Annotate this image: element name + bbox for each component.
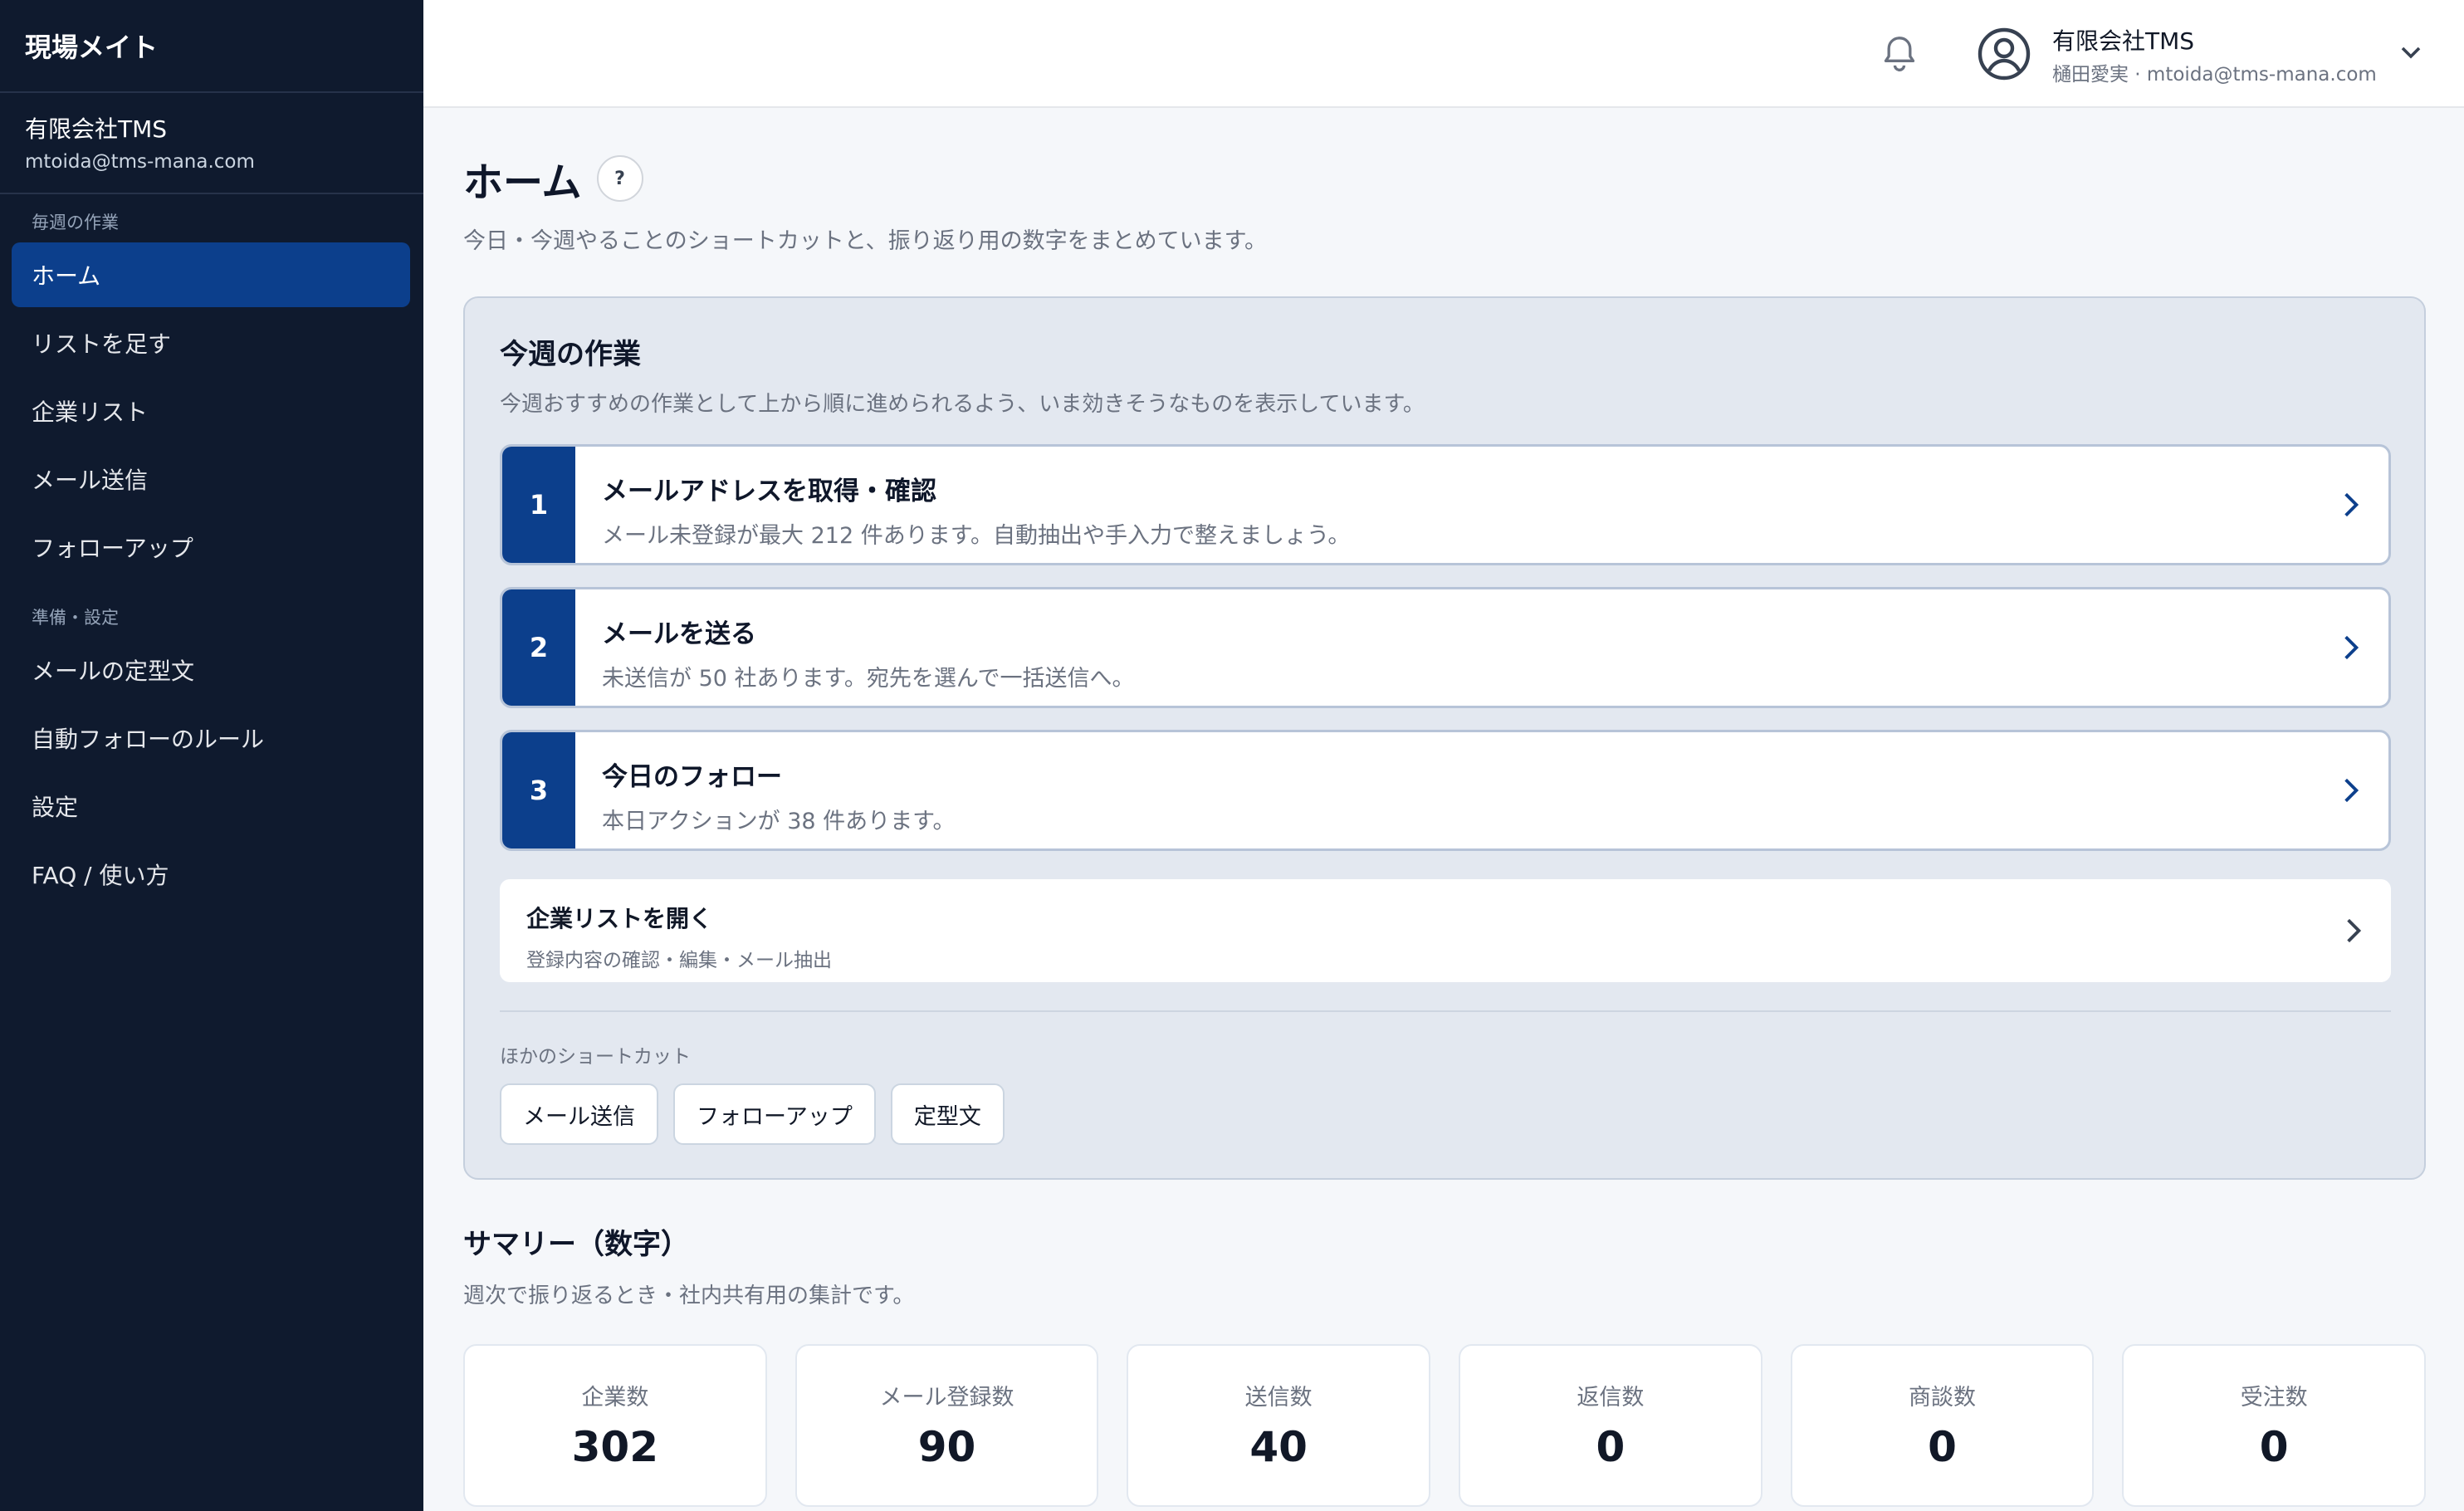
stat-card-replies: 返信数 0 [1459,1344,1762,1507]
sidebar-item-faq[interactable]: FAQ / 使い方 [12,842,410,907]
section-label-setup: 準備・設定 [32,608,119,628]
task-card-today-follow[interactable]: 3 今日のフォロー 本日アクションが 38 件あります。 [500,730,2391,851]
chevron-right-icon [2344,635,2359,660]
sidebar-item-company-list[interactable]: 企業リスト [12,379,410,443]
other-shortcuts-label: ほかのショートカット [500,1046,691,1068]
sidebar-item-label: ホーム [32,262,101,291]
open-list-description: 登録内容の確認・編集・メール抽出 [526,950,832,971]
task-text: メールを送る 未送信が 50 社あります。宛先を選んで一括送信へ。 [575,589,1134,706]
stat-value: 0 [1596,1423,1626,1471]
task-number: 2 [502,589,575,706]
divider [500,1010,2391,1012]
stat-card-orders: 受注数 0 [2122,1344,2427,1507]
chevron-down-icon[interactable] [2399,43,2422,63]
weekly-tasks-title: 今週の作業 [500,338,641,371]
page-title: ホーム [463,159,582,206]
open-company-list-card[interactable]: 企業リストを開く 登録内容の確認・編集・メール抽出 [500,879,2391,982]
task-description: 未送信が 50 社あります。宛先を選んで一括送信へ。 [602,666,1135,692]
weekly-tasks-panel: 今週の作業 今週おすすめの作業として上から順に進められるよう、いま効きそうなもの… [463,296,2426,1180]
summary-title: サマリー（数字） [463,1228,689,1261]
task-text: メールアドレスを取得・確認 メール未登録が最大 212 件あります。自動抽出や手… [575,447,1350,563]
stat-value: 40 [1249,1423,1308,1471]
sidebar-item-add-list[interactable]: リストを足す [12,311,410,375]
sidebar-item-auto-follow-rules[interactable]: 自動フォローのルール [12,706,410,770]
chevron-right-icon [2344,492,2359,517]
sidebar-item-mail-templates[interactable]: メールの定型文 [12,638,410,702]
stat-label: メール登録数 [879,1385,1014,1411]
task-title: メールアドレスを取得・確認 [602,477,936,506]
user-avatar-icon[interactable] [1978,27,2031,81]
stat-card-companies: 企業数 302 [463,1344,767,1507]
shortcut-follow-up-button[interactable]: フォローアップ [673,1083,876,1145]
account-company: 有限会社TMS [25,115,168,143]
stat-label: 受注数 [2240,1385,2308,1411]
user-company-name[interactable]: 有限会社TMS [2052,23,2194,56]
sidebar-item-follow-up[interactable]: フォローアップ [12,515,410,579]
app-title: 現場メイト [0,0,423,93]
stat-value: 0 [1928,1423,1957,1471]
sidebar-item-label: メールの定型文 [32,658,195,686]
weekly-tasks-subtitle: 今週おすすめの作業として上から順に進められるよう、いま効きそうなものを表示してい… [500,392,1425,417]
user-detail: 樋田愛実 · mtoida@tms-mana.com [2052,64,2377,86]
account-email: mtoida@tms-mana.com [25,151,255,174]
stat-value: 90 [917,1423,976,1471]
stat-value: 0 [2259,1423,2289,1471]
task-card-send-mail[interactable]: 2 メールを送る 未送信が 50 社あります。宛先を選んで一括送信へ。 [500,587,2391,708]
sidebar-item-settings[interactable]: 設定 [12,774,410,839]
shortcut-pills: メール送信 フォローアップ 定型文 [500,1083,2389,1145]
stat-card-registered-emails: メール登録数 90 [794,1344,1099,1507]
stat-label: 商談数 [1909,1385,1977,1411]
task-title: 今日のフォロー [602,762,782,792]
sidebar-item-label: メール送信 [32,467,149,495]
task-description: 本日アクションが 38 件あります。 [602,809,956,834]
page-subtitle: 今日・今週やることのショートカットと、振り返り用の数字をまとめています。 [463,228,1267,254]
task-card-get-email[interactable]: 1 メールアドレスを取得・確認 メール未登録が最大 212 件あります。自動抽出… [500,444,2391,565]
task-description: メール未登録が最大 212 件あります。自動抽出や手入力で整えましょう。 [602,523,1351,549]
sidebar-item-home[interactable]: ホーム [12,242,410,308]
section-label-weekly: 毎週の作業 [32,213,119,233]
account-block: 有限会社TMS mtoida@tms-mana.com [0,93,423,195]
stat-label: 企業数 [581,1385,649,1411]
task-number: 3 [502,732,575,848]
task-number: 1 [502,447,575,563]
sidebar-item-send-mail[interactable]: メール送信 [12,447,410,511]
open-list-title: 企業リストを開く [526,905,713,932]
stat-label: 返信数 [1577,1385,1645,1411]
top-bar: 有限会社TMS 樋田愛実 · mtoida@tms-mana.com [423,0,2464,108]
title-row: ホーム ? [463,149,2426,208]
sidebar-item-label: 自動フォローのルール [32,726,265,754]
sidebar-item-label: FAQ / 使い方 [32,862,169,890]
summary-subtitle: 週次で振り返るとき・社内共有用の集計です。 [463,1284,915,1308]
stat-label: 送信数 [1244,1385,1313,1411]
shortcut-send-mail-button[interactable]: メール送信 [500,1083,658,1145]
task-title: メールを送る [602,619,756,649]
stat-card-meetings: 商談数 0 [1790,1344,2095,1507]
sidebar-item-label: リストを足す [32,330,172,359]
sidebar-item-label: 企業リスト [32,399,149,427]
main-content: ホーム ? 今日・今週やることのショートカットと、振り返り用の数字をまとめていま… [463,108,2427,1507]
shortcut-templates-button[interactable]: 定型文 [890,1083,1005,1145]
help-button[interactable]: ? [596,155,643,202]
chevron-right-icon [2347,918,2362,943]
bell-icon[interactable] [1881,35,1918,75]
sidebar-item-label: フォローアップ [32,535,193,563]
sidebar: 現場メイト 有限会社TMS mtoida@tms-mana.com 毎週の作業 … [0,0,423,1511]
task-text: 今日のフォロー 本日アクションが 38 件あります。 [575,732,955,848]
chevron-right-icon [2344,778,2359,803]
stat-value: 302 [571,1423,659,1471]
stat-card-sent: 送信数 40 [1127,1344,1431,1507]
summary-stats: 企業数 302 メール登録数 90 送信数 40 返信数 0 商談数 0 受注数… [463,1344,2427,1507]
sidebar-item-label: 設定 [32,794,79,822]
